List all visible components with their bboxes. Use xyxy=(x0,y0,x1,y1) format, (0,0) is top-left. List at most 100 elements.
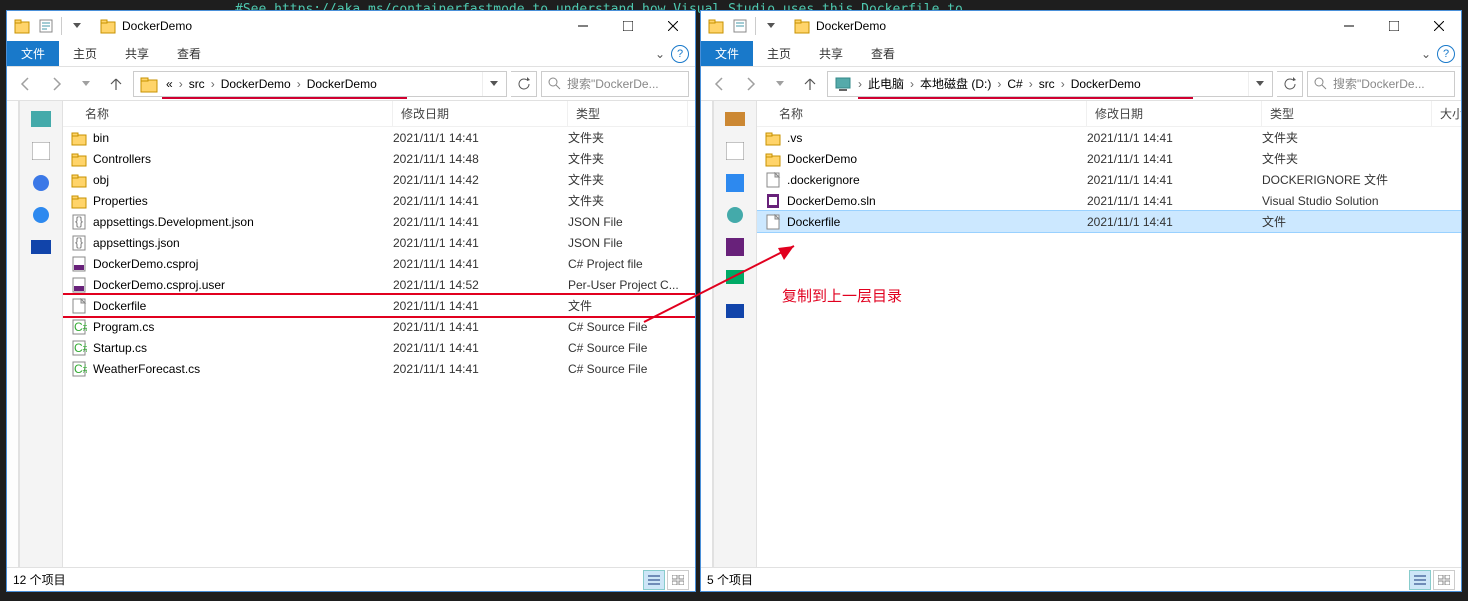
qat-properties-icon[interactable] xyxy=(35,15,57,37)
column-date[interactable]: 修改日期 xyxy=(393,101,568,126)
file-name: DockerDemo xyxy=(787,152,1087,166)
breadcrumb-segment[interactable]: src xyxy=(185,72,209,96)
file-row[interactable]: C#Program.cs2021/11/1 14:41C# Source Fil… xyxy=(63,316,695,337)
file-row[interactable]: DockerDemo.csproj.user2021/11/1 14:52Per… xyxy=(63,274,695,295)
search-icon xyxy=(1314,77,1327,90)
recent-dropdown[interactable] xyxy=(73,71,99,97)
breadcrumb-segment[interactable]: 此电脑 xyxy=(864,72,908,96)
breadcrumb-segment[interactable]: DockerDemo xyxy=(1067,72,1145,96)
file-row[interactable]: Controllers2021/11/1 14:48文件夹 xyxy=(63,148,695,169)
tab-share[interactable]: 共享 xyxy=(111,41,163,66)
taskbar-icon[interactable] xyxy=(29,139,53,163)
minimize-button[interactable] xyxy=(1326,11,1371,41)
thumbnails-view-icon[interactable] xyxy=(1433,570,1455,590)
file-row[interactable]: .vs2021/11/1 14:41文件夹 xyxy=(757,127,1461,148)
tab-share[interactable]: 共享 xyxy=(805,41,857,66)
forward-button[interactable] xyxy=(43,71,69,97)
file-row[interactable]: C#Startup.cs2021/11/1 14:41C# Source Fil… xyxy=(63,337,695,358)
nav-pane-collapsed[interactable] xyxy=(701,101,713,567)
cs-icon: C# xyxy=(71,319,87,335)
title-bar[interactable]: DockerDemo xyxy=(701,11,1461,41)
tab-view[interactable]: 查看 xyxy=(163,41,215,66)
file-row[interactable]: C#WeatherForecast.cs2021/11/1 14:41C# So… xyxy=(63,358,695,379)
taskbar-icon[interactable] xyxy=(723,107,747,131)
refresh-button[interactable] xyxy=(1277,71,1303,97)
back-button[interactable] xyxy=(707,71,733,97)
taskbar-icon[interactable] xyxy=(723,171,747,195)
tab-file[interactable]: 文件 xyxy=(7,41,59,66)
title-bar[interactable]: DockerDemo xyxy=(7,11,695,41)
column-type[interactable]: 类型 xyxy=(568,101,688,126)
file-row[interactable]: DockerDemo2021/11/1 14:41文件夹 xyxy=(757,148,1461,169)
back-button[interactable] xyxy=(13,71,39,97)
forward-button[interactable] xyxy=(737,71,763,97)
search-input[interactable]: 搜索"DockerDe... xyxy=(1307,71,1455,97)
file-row[interactable]: DockerDemo.sln2021/11/1 14:41Visual Stud… xyxy=(757,190,1461,211)
help-icon[interactable]: ? xyxy=(671,45,689,63)
details-view-icon[interactable] xyxy=(643,570,665,590)
breadcrumb-segment[interactable]: C# xyxy=(1003,72,1026,96)
breadcrumb-segment[interactable]: 本地磁盘 (D:) xyxy=(916,72,995,96)
maximize-button[interactable] xyxy=(605,11,650,41)
breadcrumb[interactable]: › 此电脑› 本地磁盘 (D:)› C#› src› DockerDemo xyxy=(827,71,1273,97)
breadcrumb-segment[interactable]: src xyxy=(1035,72,1059,96)
file-row[interactable]: DockerDemo.csproj2021/11/1 14:41C# Proje… xyxy=(63,253,695,274)
file-row[interactable]: Properties2021/11/1 14:41文件夹 xyxy=(63,190,695,211)
taskbar-icon[interactable] xyxy=(723,299,747,323)
column-type[interactable]: 类型 xyxy=(1262,101,1432,126)
details-view-icon[interactable] xyxy=(1409,570,1431,590)
up-button[interactable] xyxy=(797,71,823,97)
folder-icon xyxy=(71,172,87,188)
refresh-button[interactable] xyxy=(511,71,537,97)
file-row[interactable]: obj2021/11/1 14:42文件夹 xyxy=(63,169,695,190)
folder-icon xyxy=(71,130,87,146)
file-icon xyxy=(765,172,781,188)
ribbon-expand-icon[interactable]: ⌄ xyxy=(655,47,665,61)
qat-dropdown-icon[interactable] xyxy=(760,15,782,37)
breadcrumb[interactable]: «› src› DockerDemo› DockerDemo xyxy=(133,71,507,97)
file-row[interactable]: Dockerfile2021/11/1 14:41文件 xyxy=(757,211,1461,232)
taskbar-icon[interactable] xyxy=(29,107,53,131)
taskbar-icon[interactable] xyxy=(723,139,747,163)
taskbar-icon[interactable] xyxy=(29,235,53,259)
app-icon[interactable] xyxy=(705,15,727,37)
maximize-button[interactable] xyxy=(1371,11,1416,41)
column-name[interactable]: 名称 xyxy=(757,101,1087,126)
breadcrumb-dropdown-icon[interactable] xyxy=(1248,72,1270,96)
tab-home[interactable]: 主页 xyxy=(753,41,805,66)
recent-dropdown[interactable] xyxy=(767,71,793,97)
column-size[interactable]: 大小 xyxy=(1432,101,1461,126)
taskbar-icon[interactable] xyxy=(723,267,747,291)
breadcrumb-segment[interactable]: « xyxy=(162,72,177,96)
column-name[interactable]: 名称 xyxy=(63,101,393,126)
csproj-icon xyxy=(71,256,87,272)
close-button[interactable] xyxy=(1416,11,1461,41)
file-row[interactable]: bin2021/11/1 14:41文件夹 xyxy=(63,127,695,148)
tab-home[interactable]: 主页 xyxy=(59,41,111,66)
minimize-button[interactable] xyxy=(560,11,605,41)
file-row[interactable]: Dockerfile2021/11/1 14:41文件 xyxy=(63,295,695,316)
qat-dropdown-icon[interactable] xyxy=(66,15,88,37)
taskbar-icon[interactable] xyxy=(723,235,747,259)
search-input[interactable]: 搜索"DockerDe... xyxy=(541,71,689,97)
file-row[interactable]: .dockerignore2021/11/1 14:41DOCKERIGNORE… xyxy=(757,169,1461,190)
breadcrumb-segment[interactable]: DockerDemo xyxy=(217,72,295,96)
nav-pane-collapsed[interactable] xyxy=(7,101,19,567)
qat-properties-icon[interactable] xyxy=(729,15,751,37)
taskbar-icon[interactable] xyxy=(29,171,53,195)
breadcrumb-dropdown-icon[interactable] xyxy=(482,72,504,96)
file-row[interactable]: {}appsettings.json2021/11/1 14:41JSON Fi… xyxy=(63,232,695,253)
column-date[interactable]: 修改日期 xyxy=(1087,101,1262,126)
tab-view[interactable]: 查看 xyxy=(857,41,909,66)
help-icon[interactable]: ? xyxy=(1437,45,1455,63)
file-row[interactable]: {}appsettings.Development.json2021/11/1 … xyxy=(63,211,695,232)
ribbon-expand-icon[interactable]: ⌄ xyxy=(1421,47,1431,61)
tab-file[interactable]: 文件 xyxy=(701,41,753,66)
up-button[interactable] xyxy=(103,71,129,97)
taskbar-icon[interactable] xyxy=(29,203,53,227)
taskbar-icon[interactable] xyxy=(723,203,747,227)
close-button[interactable] xyxy=(650,11,695,41)
breadcrumb-segment[interactable]: DockerDemo xyxy=(303,72,381,96)
thumbnails-view-icon[interactable] xyxy=(667,570,689,590)
app-icon[interactable] xyxy=(11,15,33,37)
